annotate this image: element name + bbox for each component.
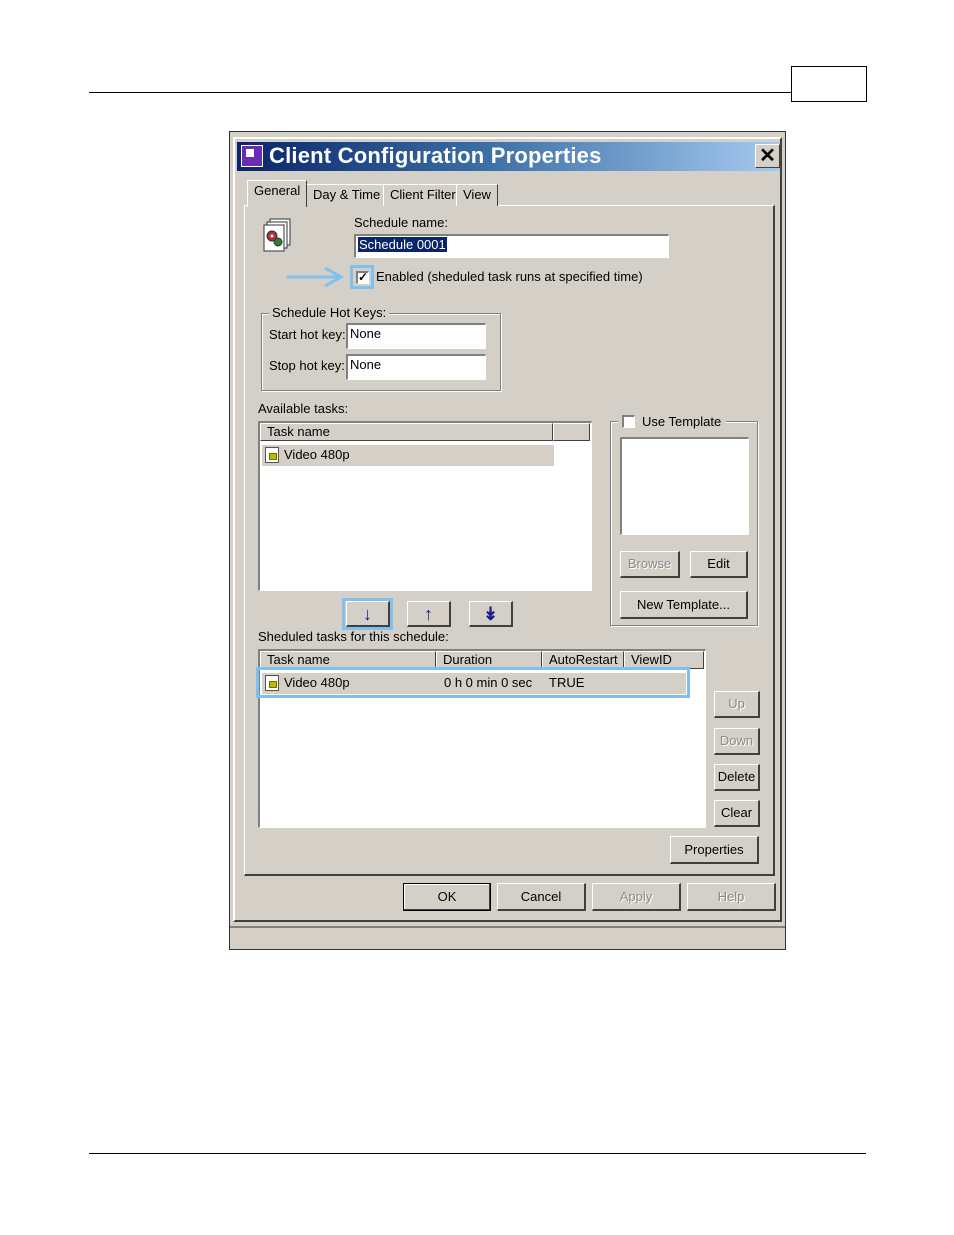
arrow-pointer-icon — [287, 266, 345, 288]
down-button[interactable]: Down — [714, 728, 760, 755]
add-all-tasks-button[interactable]: ↡ — [469, 601, 513, 627]
delete-button[interactable]: Delete — [714, 764, 760, 791]
enabled-checkbox[interactable]: ✓ — [356, 271, 369, 284]
use-template-label: Use Template — [642, 414, 722, 429]
status-bar — [230, 926, 785, 949]
list-item[interactable]: Video 480p — [262, 445, 554, 466]
double-arrow-down-icon: ↡ — [482, 604, 499, 624]
remove-task-button[interactable]: ↑ — [407, 601, 451, 627]
stop-hotkey-label: Stop hot key: — [269, 358, 345, 373]
template-preview — [620, 437, 749, 535]
footer-rule — [89, 1153, 866, 1154]
properties-button[interactable]: Properties — [670, 836, 759, 864]
arrow-down-icon: ↓ — [363, 604, 372, 624]
tab-general[interactable]: General — [247, 180, 308, 207]
arrow-up-icon: ↑ — [424, 604, 433, 624]
start-hotkey-input[interactable]: None — [346, 323, 486, 349]
close-button[interactable]: ✕ — [755, 144, 780, 168]
check-icon: ✓ — [358, 270, 369, 284]
tab-day-time[interactable]: Day & Time — [306, 184, 388, 206]
add-task-button[interactable]: ↓ — [346, 601, 390, 627]
app-icon — [241, 145, 263, 167]
use-template-checkbox[interactable] — [622, 415, 635, 428]
available-tasks-label: Available tasks: — [258, 401, 349, 416]
available-tasks-list[interactable]: Task name Video 480p — [258, 421, 592, 591]
clear-button[interactable]: Clear — [714, 800, 760, 827]
tab-client-filter[interactable]: Client Filter — [383, 184, 463, 206]
edit-button[interactable]: Edit — [690, 551, 748, 578]
task-icon — [265, 447, 279, 463]
new-template-button[interactable]: New Template... — [620, 591, 748, 619]
browse-button[interactable]: Browse — [620, 551, 680, 578]
available-col-task-name[interactable]: Task name — [260, 423, 553, 441]
stop-hotkey-input[interactable]: None — [346, 354, 486, 380]
enabled-label: Enabled (sheduled task runs at specified… — [376, 269, 643, 284]
scheduled-tasks-label: Sheduled tasks for this schedule: — [258, 629, 449, 644]
dialog-title: Client Configuration Properties — [269, 143, 602, 168]
page-number-box — [791, 66, 867, 102]
available-col-empty — [553, 423, 590, 441]
help-button[interactable]: Help — [687, 883, 776, 911]
cancel-button[interactable]: Cancel — [497, 883, 586, 911]
start-hotkey-label: Start hot key: — [269, 327, 346, 342]
close-icon: ✕ — [759, 145, 776, 167]
header-rule — [89, 92, 791, 93]
start-hotkey-value: None — [350, 326, 382, 341]
stop-hotkey-value: None — [350, 357, 382, 372]
schedule-name-label: Schedule name: — [354, 215, 448, 230]
schedule-icon — [262, 218, 294, 252]
apply-button[interactable]: Apply — [592, 883, 681, 911]
tab-view[interactable]: View — [456, 184, 498, 206]
hotkeys-group-label: Schedule Hot Keys: — [269, 305, 390, 320]
scheduled-row-highlight — [256, 667, 690, 698]
up-button[interactable]: Up — [714, 691, 760, 718]
schedule-name-value: Schedule 0001 — [358, 237, 447, 252]
available-task-name: Video 480p — [284, 447, 350, 462]
ok-button[interactable]: OK — [403, 883, 491, 911]
schedule-name-input[interactable]: Schedule 0001 — [354, 234, 669, 258]
